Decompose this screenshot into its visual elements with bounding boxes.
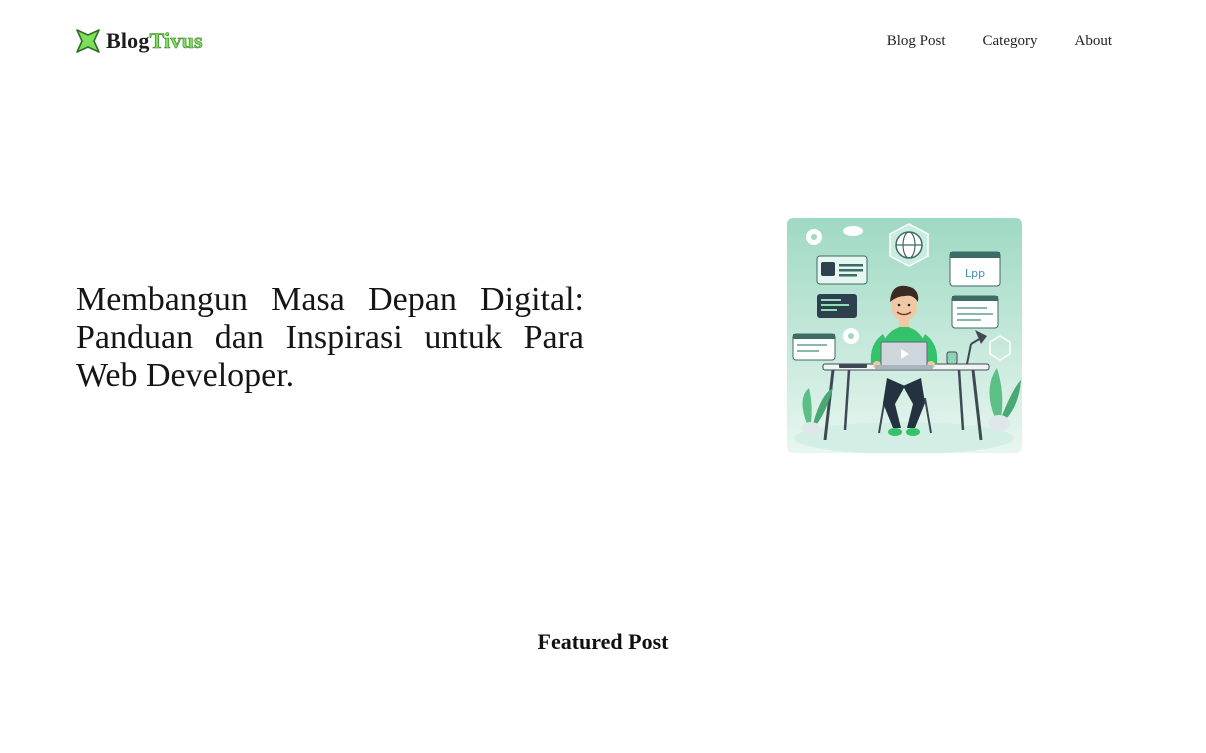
hero-illustration: Lpp (787, 218, 1022, 453)
nav-item-about[interactable]: About (1075, 32, 1113, 50)
illustration-badge-text: Lpp (965, 267, 985, 280)
logo-text-accent: Tivus (149, 28, 203, 54)
logo-text: BlogTivus (106, 28, 203, 54)
star-badge-icon (76, 28, 100, 54)
nav-item-blog-post[interactable]: Blog Post (887, 32, 946, 50)
featured-post-heading: Featured Post (537, 629, 669, 654)
hero-title: Membangun Masa Depan Digital: Panduan da… (76, 281, 584, 394)
site-header: BlogTivus Blog Post Category About (0, 0, 1206, 84)
logo-text-main: Blog (106, 28, 150, 53)
site-logo[interactable]: BlogTivus (76, 28, 203, 54)
main-nav: Blog Post Category About (887, 32, 1112, 50)
nav-item-category[interactable]: Category (983, 32, 1038, 50)
gear-icon (806, 229, 822, 245)
